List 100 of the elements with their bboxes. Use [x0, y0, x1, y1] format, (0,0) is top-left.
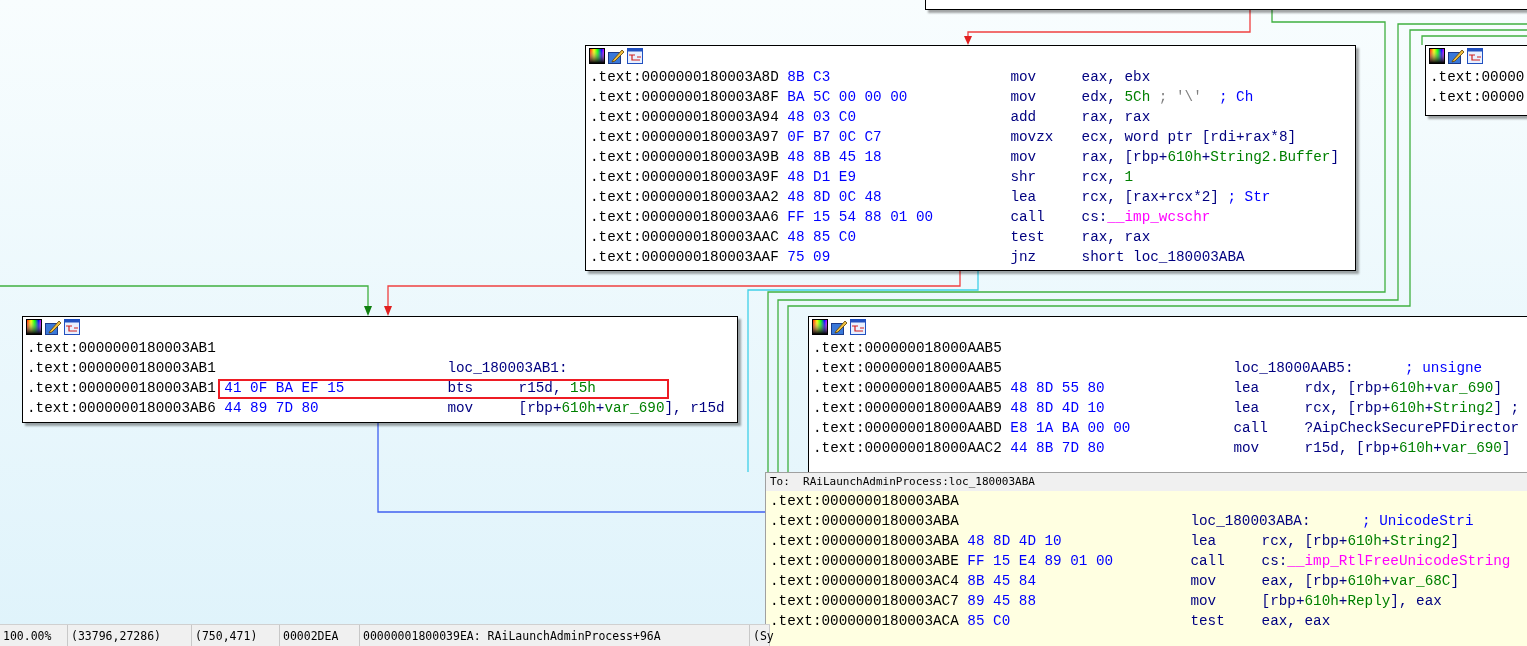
graph-icon[interactable]	[850, 318, 866, 335]
operand-text: r15d, 15h	[518, 379, 596, 399]
comment-text: ; unsigne	[1404, 359, 1483, 379]
pencil-icon[interactable]	[45, 318, 61, 335]
address-text: .text:0000000180003A97	[590, 128, 780, 148]
operand-text: rax, [rbp+610h+String2.Buffer]	[1081, 148, 1340, 168]
opcode-bytes: 48 8D 4D 10	[1010, 399, 1106, 419]
address-text: .text:00000	[1430, 88, 1526, 108]
operand-text: r15d, [rbp+610h+var_690]	[1304, 439, 1511, 459]
comment-text: ; UnicodeStri	[1361, 512, 1474, 532]
operand-text: [rbp+610h+var_690], r15d	[518, 399, 725, 419]
address-text: .text:0000000180003A8D	[590, 68, 780, 88]
address-text: .text:000000018000AAC2	[813, 439, 1003, 459]
address-text: .text:000000018000AAB5	[813, 379, 1003, 399]
opcode-bytes: 75 09	[787, 248, 832, 268]
address-text: .text:0000000180003AB1	[27, 359, 217, 379]
mnemonic-text: test	[1010, 228, 1046, 248]
address-text: .text:0000000180003A94	[590, 108, 780, 128]
palette-icon[interactable]	[1429, 47, 1445, 64]
opcode-bytes: 89 45 88	[967, 592, 1037, 612]
address-text: .text:0000000180003AA6	[590, 208, 780, 228]
operand-text: cs:__imp_wcschr	[1081, 208, 1211, 228]
address-text: .text:0000000180003AC4	[770, 572, 960, 592]
graph-icon[interactable]	[1467, 47, 1483, 64]
operand-text: rcx, [rbp+610h+String2]	[1261, 532, 1459, 552]
operand-text: cs:__imp_RtlFreeUnicodeString	[1261, 552, 1511, 572]
address-text: .text:000000018000AAB9	[813, 399, 1003, 419]
opcode-bytes: 48 8D 0C 48	[787, 188, 883, 208]
mnemonic-text: call	[1010, 208, 1046, 228]
opcode-bytes: 48 8D 4D 10	[967, 532, 1063, 552]
mnemonic-text: test	[1190, 612, 1226, 632]
status-field: 00002DEA	[280, 625, 360, 646]
address-text: .text:0000000180003A9B	[590, 148, 780, 168]
operand-text: eax, ebx	[1081, 68, 1151, 88]
opcode-bytes: 44 8B 7D 80	[1010, 439, 1106, 459]
graph-icon[interactable]	[627, 47, 643, 64]
address-text: .text:000000018000AAB5	[813, 339, 1003, 359]
opcode-bytes: FF 15 E4 89 01 00	[967, 552, 1115, 572]
label-text: loc_18000AAB5:	[1233, 359, 1355, 379]
address-text: .text:0000000180003AA2	[590, 188, 780, 208]
opcode-bytes: 48 8B 45 18	[787, 148, 883, 168]
opcode-bytes: 85 C0	[967, 612, 1012, 632]
opcode-bytes: E8 1A BA 00 00	[1010, 419, 1132, 439]
address-text: .text:000000018000AAB5	[813, 359, 1003, 379]
opcode-bytes: 8B 45 84	[967, 572, 1037, 592]
opcode-bytes: 48 03 C0	[787, 108, 857, 128]
operand-text: short loc_180003ABA	[1081, 248, 1245, 268]
mnemonic-text: lea	[1233, 399, 1261, 419]
mnemonic-text: bts	[447, 379, 475, 399]
operand-text: rcx, [rbp+610h+String2] ;	[1304, 399, 1520, 419]
address-text: .text:0000000180003AB1	[27, 339, 217, 359]
mnemonic-text: mov	[1010, 88, 1038, 108]
operand-text: eax, eax	[1261, 612, 1331, 632]
address-text: .text:0000000180003AAC	[590, 228, 780, 248]
address-text: .text:000000018000AABD	[813, 419, 1003, 439]
address-text: .text:00000	[1430, 68, 1526, 88]
address-text: .text:0000000180003AAF	[590, 248, 780, 268]
opcode-bytes: BA 5C 00 00 00	[787, 88, 909, 108]
popup-title: To: RAiLaunchAdminProcess:loc_180003ABA	[766, 473, 1527, 491]
operand-text: ?AipCheckSecurePFDirector	[1304, 419, 1520, 439]
mnemonic-text: mov	[1010, 68, 1038, 88]
mnemonic-text: shr	[1010, 168, 1038, 188]
operand-text: edx, 5Ch ; '\' ; Ch	[1081, 88, 1254, 108]
address-text: .text:0000000180003ABA	[770, 532, 960, 552]
address-text: .text:0000000180003A8F	[590, 88, 780, 108]
palette-icon[interactable]	[26, 318, 42, 335]
pencil-icon[interactable]	[831, 318, 847, 335]
palette-icon[interactable]	[812, 318, 828, 335]
operand-text: [rbp+610h+Reply], eax	[1261, 592, 1442, 612]
operand-text: ecx, word ptr [rdi+rax*8]	[1081, 128, 1297, 148]
mnemonic-text: mov	[1190, 572, 1218, 592]
mnemonic-text: lea	[1233, 379, 1261, 399]
operand-text: eax, [rbp+610h+var_68C]	[1261, 572, 1459, 592]
mnemonic-text: lea	[1190, 532, 1218, 552]
label-text: loc_180003AB1:	[447, 359, 569, 379]
opcode-bytes: 41 0F BA EF 15	[224, 379, 346, 399]
pencil-icon[interactable]	[1448, 47, 1464, 64]
mnemonic-text: mov	[1190, 592, 1218, 612]
status-field: (33796,27286)	[68, 625, 192, 646]
mnemonic-text: add	[1010, 108, 1038, 128]
address-text: .text:0000000180003ABE	[770, 552, 960, 572]
mnemonic-text: call	[1233, 419, 1269, 439]
address-text: .text:0000000180003ABA	[770, 512, 960, 532]
address-text: .text:0000000180003AB1	[27, 379, 217, 399]
address-text: .text:0000000180003AC7	[770, 592, 960, 612]
opcode-bytes: FF 15 54 88 01 00	[787, 208, 935, 228]
opcode-bytes: 0F B7 0C C7	[787, 128, 883, 148]
operand-text: rax, rax	[1081, 108, 1151, 128]
palette-icon[interactable]	[589, 47, 605, 64]
opcode-bytes: 48 D1 E9	[787, 168, 857, 188]
pencil-icon[interactable]	[608, 47, 624, 64]
mnemonic-text: movzx	[1010, 128, 1055, 148]
mnemonic-text: lea	[1010, 188, 1038, 208]
mnemonic-text: call	[1190, 552, 1226, 572]
status-field: (750,471)	[192, 625, 280, 646]
opcode-bytes: 44 89 7D 80	[224, 399, 320, 419]
status-field: 00000001800039EA: RAiLaunchAdminProcess+96A	[360, 625, 750, 646]
opcode-bytes: 48 85 C0	[787, 228, 857, 248]
graph-icon[interactable]	[64, 318, 80, 335]
mnemonic-text: mov	[1233, 439, 1261, 459]
